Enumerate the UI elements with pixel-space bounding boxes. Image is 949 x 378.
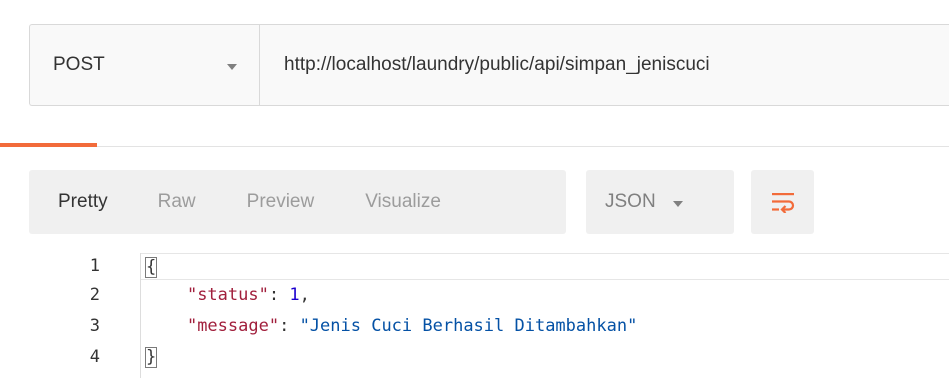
- code-line-2: "status": 1,: [186, 285, 310, 305]
- code-area[interactable]: { "status": 1, "message": "Jenis Cuci Be…: [140, 253, 949, 378]
- tab-raw[interactable]: Raw: [158, 191, 196, 213]
- chevron-down-icon: [672, 200, 683, 207]
- tab-preview[interactable]: Preview: [247, 191, 315, 213]
- json-key-status: "status": [186, 285, 269, 305]
- wrap-lines-icon: [771, 193, 794, 213]
- active-tab-indicator: [0, 143, 97, 147]
- code-line-4: }: [144, 344, 158, 371]
- response-view-tabs: Pretty Raw Preview Visualize: [29, 170, 566, 234]
- json-value-status: 1: [289, 285, 300, 305]
- close-brace: }: [144, 347, 158, 368]
- tab-pretty[interactable]: Pretty: [58, 191, 108, 213]
- method-label: POST: [53, 54, 105, 75]
- request-bar: POST: [29, 24, 949, 106]
- format-label: JSON: [605, 191, 656, 212]
- url-input[interactable]: [260, 25, 949, 105]
- line-number: 1: [89, 256, 100, 276]
- method-select[interactable]: POST: [30, 25, 260, 105]
- json-key-message: "message": [186, 316, 280, 336]
- section-divider: [0, 146, 949, 147]
- line-number: 3: [89, 316, 100, 336]
- open-brace: {: [144, 257, 158, 278]
- line-number: 2: [89, 285, 100, 305]
- code-line-3: "message": "Jenis Cuci Berhasil Ditambah…: [186, 316, 638, 336]
- line-number: 4: [89, 347, 100, 367]
- format-select[interactable]: JSON: [586, 170, 734, 234]
- json-value-message: "Jenis Cuci Berhasil Ditambahkan": [299, 316, 638, 336]
- response-body-editor[interactable]: 1 2 3 4 { "status": 1, "message": "Jenis…: [0, 253, 949, 378]
- tab-visualize[interactable]: Visualize: [365, 191, 441, 213]
- wrap-lines-button[interactable]: [751, 170, 814, 234]
- code-line-1: {: [141, 253, 949, 280]
- chevron-down-icon: [227, 63, 237, 70]
